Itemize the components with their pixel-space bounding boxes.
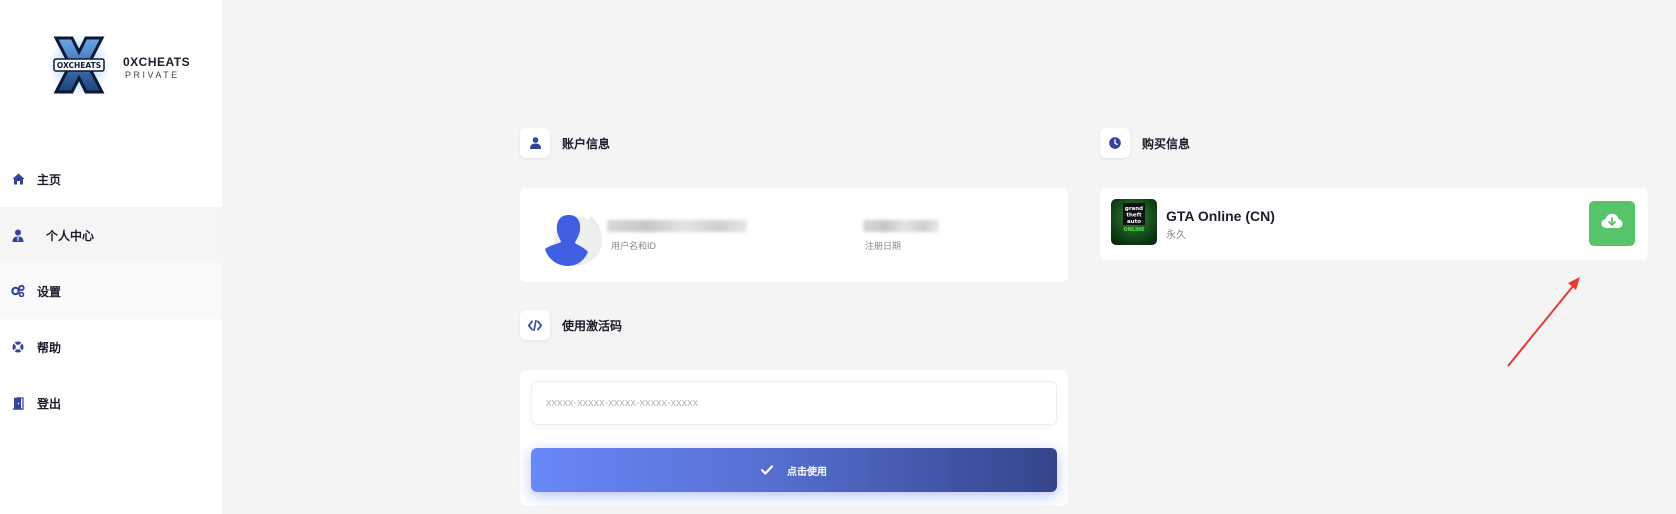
avatar	[544, 210, 602, 268]
sidebar-item-help[interactable]: 帮助	[0, 319, 222, 375]
brand-logo[interactable]: OXCHEATS	[48, 32, 110, 98]
username-label: 用户名和ID	[611, 241, 657, 251]
annotation-arrow	[1507, 277, 1580, 367]
brand-title: 0XCHEATS	[123, 55, 191, 69]
home-icon	[11, 172, 25, 186]
activation-card: 点击使用	[520, 370, 1068, 506]
sidebar-item-settings[interactable]: 设置	[0, 263, 222, 319]
thumb-line-2: theft	[1126, 213, 1142, 219]
sidebar-item-label: 个人中心	[46, 228, 95, 243]
register-date-redacted	[863, 220, 939, 232]
thumb-line-3: auto	[1127, 219, 1141, 225]
logo-text: OXCHEATS	[57, 61, 101, 70]
username-redacted	[607, 220, 747, 232]
account-section-header: 账户信息	[520, 128, 610, 158]
purchase-section-header: 购买信息	[1100, 128, 1190, 158]
activate-button[interactable]: 点击使用	[531, 448, 1057, 492]
game-title: GTA Online (CN)	[1166, 208, 1275, 224]
door-exit-icon	[11, 396, 25, 410]
sidebar-item-label: 主页	[37, 172, 62, 187]
lifebuoy-icon	[11, 340, 25, 354]
game-thumbnail: grand theft auto ONLINE	[1111, 199, 1157, 245]
sidebar-item-logout[interactable]: 登出	[0, 375, 222, 431]
activation-section-title: 使用激活码	[562, 318, 623, 333]
code-icon	[520, 310, 550, 340]
account-card: 用户名和ID 注册日期	[520, 188, 1068, 282]
activation-section-header: 使用激活码	[520, 310, 622, 340]
sidebar-item-label: 帮助	[37, 340, 62, 355]
cloud-download-icon	[1601, 213, 1623, 234]
check-icon	[761, 465, 773, 475]
thumb-line-1: grand	[1125, 206, 1143, 212]
sidebar-item-profile[interactable]: 个人中心	[0, 207, 222, 263]
download-button[interactable]	[1589, 201, 1635, 246]
account-section-title: 账户信息	[562, 136, 611, 151]
sidebar: OXCHEATS 0XCHEATS PRIVATE 主页 个人中心 设置 帮助 …	[0, 0, 222, 514]
sidebar-item-home[interactable]: 主页	[0, 151, 222, 207]
gears-icon	[11, 284, 25, 298]
purchase-section-title: 购买信息	[1142, 136, 1191, 151]
activate-button-label: 点击使用	[787, 466, 827, 478]
user-tie-icon	[11, 228, 25, 242]
user-icon	[520, 128, 550, 158]
sidebar-item-label: 登出	[37, 396, 62, 411]
thumb-badge: ONLINE	[1123, 227, 1145, 233]
sidebar-item-label: 设置	[37, 284, 62, 299]
brand-subtitle: PRIVATE	[125, 70, 180, 80]
purchase-card: grand theft auto ONLINE GTA Online (CN) …	[1100, 188, 1648, 260]
clock-icon	[1100, 128, 1130, 158]
activation-code-input[interactable]	[531, 381, 1057, 425]
game-duration: 永久	[1166, 230, 1186, 241]
register-date-label: 注册日期	[865, 241, 902, 251]
